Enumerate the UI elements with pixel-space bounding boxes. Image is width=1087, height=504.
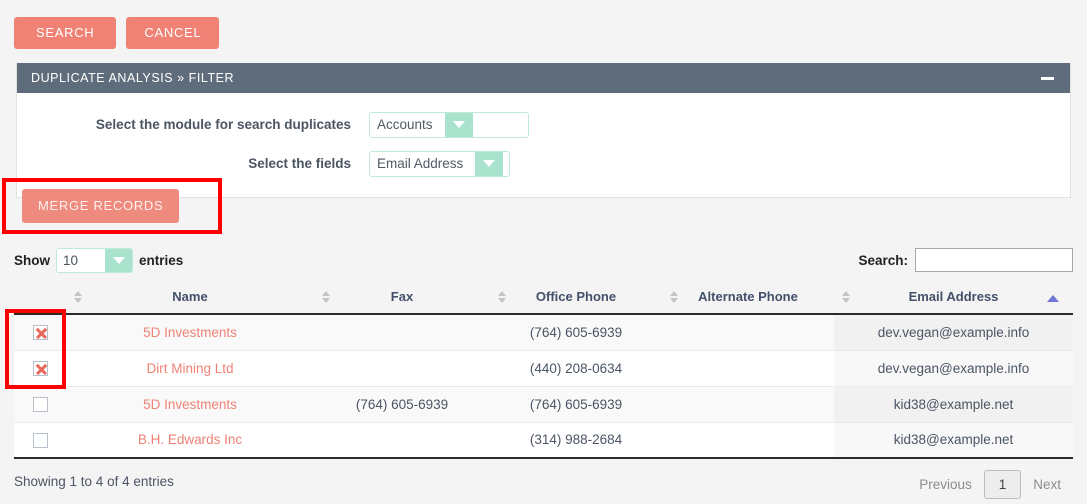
row-fax-cell <box>314 350 490 387</box>
row-select-cell <box>14 350 66 387</box>
page-length-prefix: Show <box>14 253 50 268</box>
record-link[interactable]: 5D Investments <box>143 325 237 340</box>
row-email-cell: dev.vegan@example.info <box>834 350 1073 387</box>
row-select-cell <box>14 314 66 351</box>
table-body: 5D Investments (764) 605-6939 dev.vegan@… <box>14 314 1073 459</box>
row-checkbox[interactable] <box>32 396 48 412</box>
row-office-phone-cell: (314) 988-2684 <box>490 422 662 459</box>
chevron-down-icon[interactable] <box>444 112 473 137</box>
row-email-cell: kid38@example.net <box>834 386 1073 423</box>
merge-records-button[interactable]: MERGE RECORDS <box>22 189 180 223</box>
row-checkbox[interactable] <box>32 325 48 341</box>
page-length-select[interactable]: 10 <box>56 248 133 273</box>
row-name-cell: 5D Investments <box>66 314 314 351</box>
row-alternate-phone-cell <box>662 386 834 423</box>
sort-icon <box>498 291 507 303</box>
row-checkbox[interactable] <box>32 360 48 376</box>
field-row-module: Select the module for search duplicates … <box>17 105 1070 144</box>
row-email-cell: kid38@example.net <box>834 422 1073 459</box>
column-header-fax[interactable]: Fax <box>314 283 490 315</box>
pagination-previous[interactable]: Previous <box>907 472 984 497</box>
table-row: Dirt Mining Ltd (440) 208-0634 dev.vegan… <box>14 350 1073 387</box>
column-header-email-address-label: Email Address <box>908 289 999 304</box>
sort-ascending-icon <box>1047 295 1059 302</box>
merge-records-area: MERGE RECORDS <box>22 189 180 223</box>
cancel-button[interactable]: CANCEL <box>126 17 220 49</box>
table-header-row: Name Fax Office Phone Alternate Phone Em… <box>14 283 1073 315</box>
row-fax-cell: (764) 605-6939 <box>314 386 490 423</box>
datatable-search-control: Search: <box>858 248 1073 272</box>
column-header-alternate-phone-label: Alternate Phone <box>698 289 798 304</box>
row-fax-cell <box>314 314 490 351</box>
filter-panel: DUPLICATE ANALYSIS » FILTER Select the m… <box>16 63 1071 198</box>
table-head: Name Fax Office Phone Alternate Phone Em… <box>14 283 1073 315</box>
table-row: B.H. Edwards Inc (314) 988-2684 kid38@ex… <box>14 422 1073 459</box>
table-row: 5D Investments (764) 605-6939 (764) 605-… <box>14 386 1073 423</box>
record-link[interactable]: B.H. Edwards Inc <box>138 432 242 447</box>
row-email-cell: dev.vegan@example.info <box>834 314 1073 351</box>
datatable-footer: Showing 1 to 4 of 4 entries Previous 1 N… <box>14 470 1073 500</box>
record-link[interactable]: 5D Investments <box>143 397 237 412</box>
module-select-value: Accounts <box>370 112 445 137</box>
pagination-page-1[interactable]: 1 <box>983 470 1022 499</box>
duplicates-table: Name Fax Office Phone Alternate Phone Em… <box>14 283 1073 459</box>
column-header-office-phone-label: Office Phone <box>535 289 617 304</box>
search-input[interactable] <box>915 248 1073 272</box>
field-row-fields: Select the fields Email Address <box>17 144 1070 183</box>
minus-icon[interactable] <box>1041 76 1054 80</box>
row-office-phone-cell: (440) 208-0634 <box>490 350 662 387</box>
sort-icon <box>74 291 83 303</box>
filter-panel-body: Select the module for search duplicates … <box>17 93 1070 197</box>
column-header-alternate-phone[interactable]: Alternate Phone <box>662 283 834 315</box>
row-office-phone-cell: (764) 605-6939 <box>490 314 662 351</box>
table-info: Showing 1 to 4 of 4 entries <box>14 474 174 489</box>
row-alternate-phone-cell <box>662 422 834 459</box>
row-office-phone-cell: (764) 605-6939 <box>490 386 662 423</box>
pagination-next[interactable]: Next <box>1021 472 1073 497</box>
pagination: Previous 1 Next <box>907 470 1073 499</box>
column-header-select <box>14 283 66 315</box>
fields-field-label: Select the fields <box>248 156 351 171</box>
sort-icon <box>842 291 851 303</box>
row-select-cell <box>14 386 66 423</box>
row-name-cell: Dirt Mining Ltd <box>66 350 314 387</box>
record-link[interactable]: Dirt Mining Ltd <box>146 361 233 376</box>
column-header-email-address[interactable]: Email Address <box>834 283 1073 315</box>
chevron-down-icon[interactable] <box>475 151 504 176</box>
page-length-value: 10 <box>57 249 105 272</box>
table-row: 5D Investments (764) 605-6939 dev.vegan@… <box>14 314 1073 351</box>
top-action-buttons: SEARCH CANCEL <box>14 17 220 49</box>
column-header-fax-label: Fax <box>390 289 414 304</box>
sort-icon <box>670 291 679 303</box>
column-header-name[interactable]: Name <box>66 283 314 315</box>
page-length-control: Show 10 entries <box>14 248 183 273</box>
module-select[interactable]: Accounts <box>369 111 529 138</box>
datatable-controls: Show 10 entries Search: <box>14 248 1073 276</box>
sort-icon <box>322 291 331 303</box>
row-name-cell: 5D Investments <box>66 386 314 423</box>
fields-select-value: Email Address <box>370 151 476 176</box>
row-checkbox[interactable] <box>32 432 48 448</box>
row-name-cell: B.H. Edwards Inc <box>66 422 314 459</box>
module-field-label: Select the module for search duplicates <box>95 117 351 132</box>
row-alternate-phone-cell <box>662 350 834 387</box>
filter-panel-header: DUPLICATE ANALYSIS » FILTER <box>17 63 1070 93</box>
duplicate-analysis-page: SEARCH CANCEL DUPLICATE ANALYSIS » FILTE… <box>0 0 1087 504</box>
page-length-suffix: entries <box>139 253 184 268</box>
duplicates-table-wrapper: Name Fax Office Phone Alternate Phone Em… <box>14 283 1073 459</box>
fields-select[interactable]: Email Address <box>369 150 510 177</box>
row-fax-cell <box>314 422 490 459</box>
row-select-cell <box>14 422 66 459</box>
chevron-down-icon[interactable] <box>105 249 132 272</box>
column-header-name-label: Name <box>172 289 208 304</box>
search-button[interactable]: SEARCH <box>14 17 117 49</box>
filter-panel-title: DUPLICATE ANALYSIS » FILTER <box>31 71 235 85</box>
column-header-office-phone[interactable]: Office Phone <box>490 283 662 315</box>
row-alternate-phone-cell <box>662 314 834 351</box>
search-label: Search: <box>858 252 908 268</box>
